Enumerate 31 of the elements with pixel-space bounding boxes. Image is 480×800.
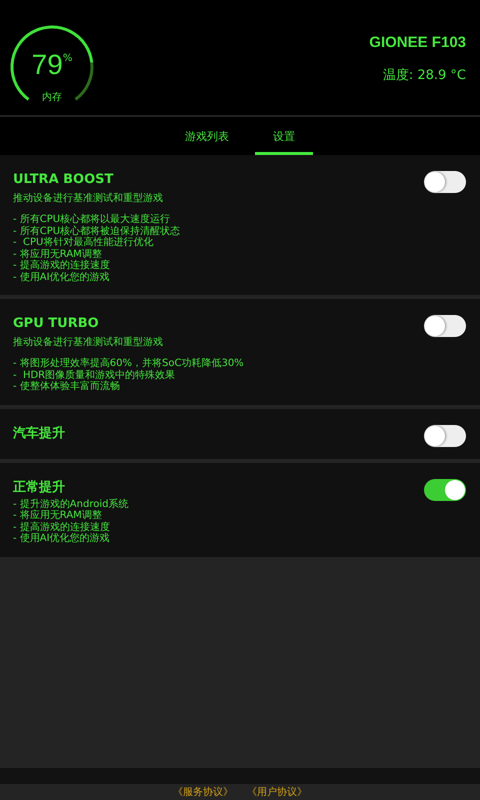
feature-line: - 所有CPU核心都将被迫保持清醒状态 — [13, 226, 180, 236]
feature-line: - 使用AI优化您的游戏 — [13, 533, 111, 544]
memory-percent: 79 — [32, 50, 63, 80]
feature-line: - 提高游戏的连接速度 — [13, 260, 111, 272]
tab[interactable]: 游戏列表 — [167, 117, 247, 155]
boost-title: ULTRA BOOST — [13, 171, 114, 189]
boost-title: GPU TURBO — [13, 315, 100, 333]
toggle-switch[interactable] — [424, 315, 466, 337]
percent-sign: % — [62, 53, 72, 65]
feature-line: - HDR图像质量和游戏中的特殊效果 — [13, 370, 176, 380]
boost-title: 汽车提升 — [13, 424, 65, 442]
feature-line: - 提高游戏的连接速度 — [13, 522, 111, 532]
toggle-switch[interactable] — [424, 424, 466, 446]
feature-line: - 使整体体验丰富而流畅 — [13, 381, 120, 392]
feature-line: - 所有CPU核心都将以最大速度运行 — [13, 214, 172, 226]
feature-line: - CPU将针对最高性能进行优化 — [13, 237, 154, 248]
feature-line: - 将应用无RAM调整 — [13, 248, 103, 260]
temperature-reading: 温度: 28.9 °C — [382, 67, 466, 84]
feature-line: - 使用AI优化您的游戏 — [13, 272, 111, 283]
device-name: GIONEE F103 — [369, 34, 466, 51]
agreement-link[interactable]: 《用户协议》 — [247, 785, 307, 799]
boost-description: 推动设备进行基准测试和重型游戏 — [13, 192, 164, 206]
agreement-link[interactable]: 《服务协议》 — [173, 785, 233, 799]
boost-title: 正常提升 — [13, 478, 66, 496]
toggle-switch[interactable] — [424, 171, 466, 193]
feature-line: - 提升游戏的Android系统 — [13, 498, 128, 510]
toggle-switch[interactable] — [424, 478, 466, 500]
feature-line: - 将应用无RAM调整 — [13, 510, 103, 522]
feature-line: - 将图形处理效率提高60%，并将SoC功耗降低30% — [13, 358, 244, 370]
memory-label: 内存 — [41, 92, 63, 104]
boost-description: 推动设备进行基准测试和重型游戏 — [13, 336, 164, 350]
